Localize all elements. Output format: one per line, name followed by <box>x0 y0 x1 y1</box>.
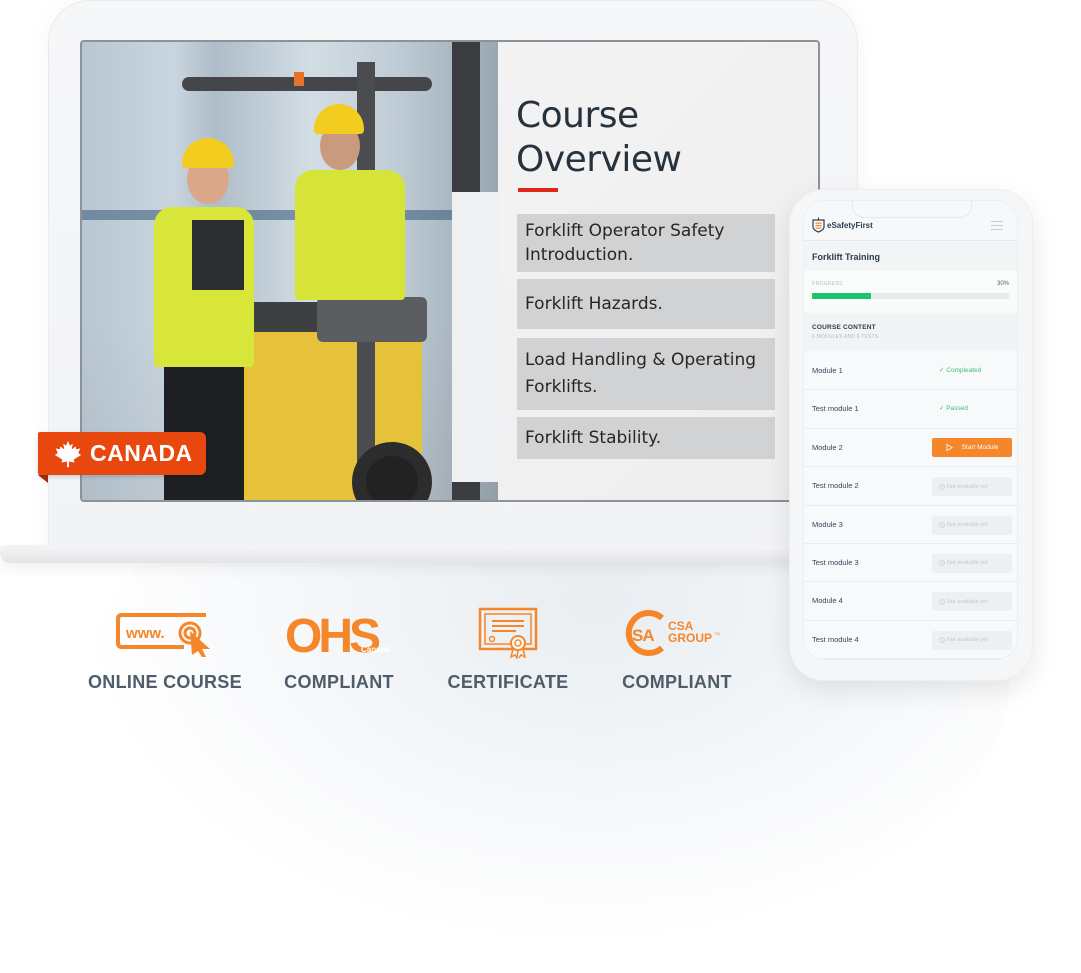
shield-logo-icon <box>812 217 825 233</box>
status-label: Not available yet <box>947 637 988 644</box>
badge-online-course: www. ONLINE COURSE <box>88 606 242 693</box>
status-label: Compleated <box>946 367 982 374</box>
badge-label: COMPLIANT <box>284 672 394 692</box>
status-not-available: Not available yet <box>932 477 1012 497</box>
module-row[interactable]: Test module 4 Not available yet <box>804 620 1017 659</box>
module-row[interactable]: Module 2 Start Module <box>804 428 1017 468</box>
svg-text:Canada: Canada <box>361 645 390 654</box>
status-completed: ✓ Passed <box>939 404 968 412</box>
phone-frame: eSafetyFirst Forklift Training PROGRESS … <box>790 190 1032 680</box>
content-subtitle: 6 MODULES AND 6 TESTS <box>812 334 879 340</box>
phone-screen: eSafetyFirst Forklift Training PROGRESS … <box>803 200 1018 660</box>
canada-label: CANADA <box>90 440 193 466</box>
badge-label: ONLINE COURSE <box>88 672 242 692</box>
module-name: Test module 1 <box>812 404 859 414</box>
module-row[interactable]: Module 3 Not available yet <box>804 505 1017 544</box>
content-title: COURSE CONTENT <box>812 324 876 331</box>
ohs-canada-logo: OHS Canada <box>285 610 390 658</box>
phone-notch <box>852 201 972 218</box>
status-label: Not available yet <box>947 483 988 490</box>
status-not-available: Not available yet <box>932 592 1012 612</box>
module-row[interactable]: Module 4 Not available yet <box>804 582 1017 621</box>
start-module-button[interactable]: Start Module <box>932 437 1012 457</box>
status-label: Not available yet <box>947 598 988 605</box>
status-label: Not available yet <box>947 522 988 529</box>
status-not-available: Not available yet <box>932 630 1012 650</box>
module-row[interactable]: Test module 3 Not available yet <box>804 543 1017 583</box>
overview-title: Course Overview <box>516 95 682 180</box>
module-name: Test module 2 <box>812 481 859 491</box>
module-name: Module 4 <box>812 596 843 606</box>
progress-bar <box>812 293 1009 299</box>
status-completed: ✓ Compleated <box>939 366 981 374</box>
topic-item[interactable]: Load Handling & Operating Forklifts. <box>517 338 775 410</box>
svg-text:SA: SA <box>632 626 654 645</box>
progress-section: PROGRESS 30% <box>804 271 1017 311</box>
module-name: Module 3 <box>812 519 843 529</box>
module-row[interactable]: Module 1 ✓ Compleated <box>804 352 1017 391</box>
certificate-icon <box>478 607 538 659</box>
start-label: Start Module <box>961 443 999 451</box>
check-icon: ✓ <box>939 405 945 413</box>
clock-icon <box>939 637 945 644</box>
badge-ohs-compliant: OHS Canada COMPLIANT <box>275 606 403 693</box>
status-label: Not available yet <box>947 560 988 567</box>
worker-operator <box>295 170 405 300</box>
status-not-available: Not available yet <box>932 553 1012 573</box>
check-icon: ✓ <box>939 367 945 374</box>
module-row[interactable]: Test module 2 Not available yet <box>804 467 1017 506</box>
clock-icon <box>939 483 945 490</box>
canada-tag: CANADA <box>38 432 206 483</box>
www-click-icon: www. <box>116 613 210 657</box>
status-label: Passed <box>946 405 968 413</box>
brand-logo[interactable]: eSafetyFirst <box>812 217 873 233</box>
progress-fill <box>812 293 872 299</box>
module-name: Test module 4 <box>812 634 859 644</box>
svg-text:www.: www. <box>125 625 165 642</box>
clock-icon <box>939 522 945 528</box>
svg-text:GROUP: GROUP <box>668 631 712 645</box>
module-list: Module 1 ✓ Compleated Test module 1 ✓ Passe… <box>804 352 1017 659</box>
brand-name: eSafetyFirst <box>827 220 873 230</box>
module-name: Module 1 <box>812 366 843 375</box>
progress-percent: 30% <box>996 281 1009 287</box>
course-content-header: COURSE CONTENT 6 MODULES AND 6 TESTS <box>804 313 1017 351</box>
badge-label: CERTIFICATE <box>447 672 569 692</box>
app-header: eSafetyFirst <box>804 201 1017 241</box>
csa-group-logo: SA CSA GROUP TM <box>625 610 720 656</box>
status-not-available: Not available yet <box>932 515 1012 535</box>
title-underline <box>518 188 558 192</box>
module-row[interactable]: Test module 1 ✓ Passed <box>804 390 1017 429</box>
module-name: Test module 3 <box>812 557 859 567</box>
module-name: Module 2 <box>812 442 843 452</box>
clock-icon <box>939 599 945 605</box>
clock-icon <box>939 560 945 567</box>
play-icon <box>946 443 953 451</box>
badge-certificate: CERTIFICATE <box>442 606 574 693</box>
maple-leaf-icon <box>54 440 82 467</box>
topic-item[interactable]: Forklift Hazards. <box>517 279 775 329</box>
menu-icon[interactable] <box>991 221 1003 230</box>
badge-label: COMPLIANT <box>622 672 732 692</box>
badge-csa-compliant: SA CSA GROUP TM COMPLIANT <box>612 606 742 693</box>
course-overview-panel: Course Overview Forklift Operator Safety… <box>498 42 818 500</box>
svg-text:TM: TM <box>714 631 720 636</box>
topic-item[interactable]: Forklift Stability. <box>517 417 775 459</box>
progress-label: PROGRESS <box>812 281 843 287</box>
laptop-base <box>0 545 860 563</box>
topic-item[interactable]: Forklift Operator Safety Introduction. <box>517 214 775 272</box>
course-title: Forklift Training <box>812 252 881 262</box>
